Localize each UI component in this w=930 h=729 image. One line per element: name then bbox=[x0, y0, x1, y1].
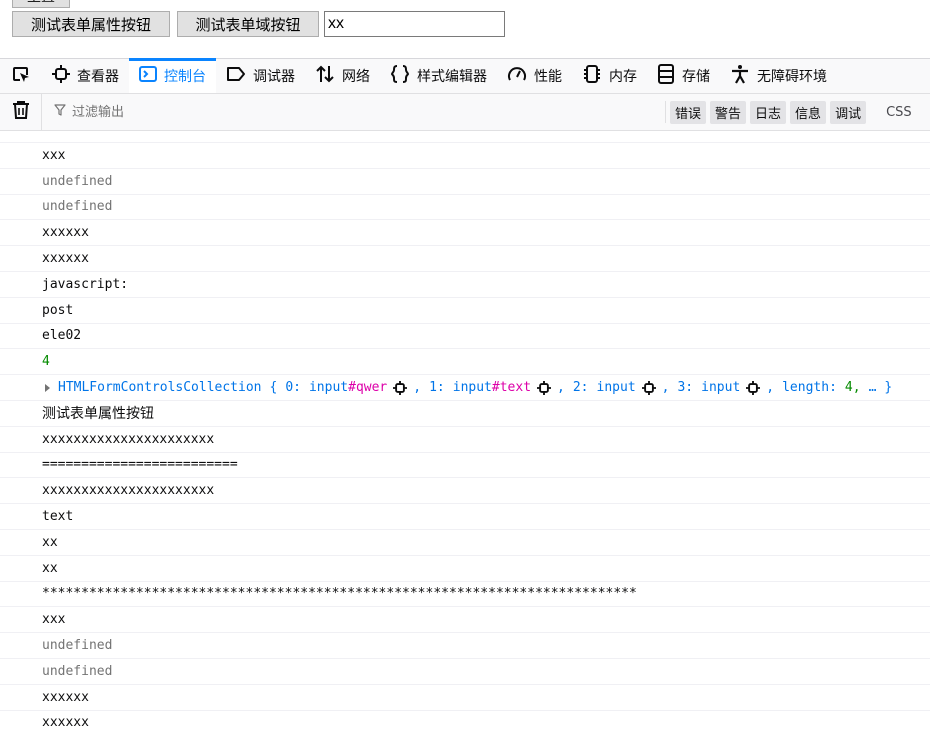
debugger-icon bbox=[226, 66, 246, 86]
filter-output-input[interactable] bbox=[70, 103, 634, 121]
console-message: 4 bbox=[0, 349, 930, 376]
storage-icon bbox=[657, 64, 675, 88]
tab-performance[interactable]: 性能 bbox=[497, 59, 572, 93]
console-message: text bbox=[0, 504, 930, 530]
console-message: xxx bbox=[0, 143, 930, 169]
item-separator: , bbox=[766, 380, 775, 396]
tab-label: 性能 bbox=[534, 69, 562, 85]
level-errors-button[interactable]: 错误 bbox=[670, 100, 707, 124]
open-in-inspector-icon[interactable] bbox=[393, 380, 408, 395]
network-icon bbox=[315, 64, 335, 88]
console-message: javascript: bbox=[0, 272, 930, 298]
console-message: xxxxxx bbox=[0, 685, 930, 711]
console-top-spacer bbox=[0, 131, 930, 143]
close-brace: } bbox=[884, 380, 893, 396]
style-editor-icon bbox=[390, 64, 410, 88]
tab-label: 调试器 bbox=[253, 69, 295, 85]
tab-accessibility[interactable]: 无障碍环境 bbox=[720, 59, 837, 93]
filter-icon bbox=[54, 103, 66, 121]
web-page-area: 重置 测试表单属性按钮 测试表单域按钮 bbox=[0, 0, 930, 58]
console-message: ****************************************… bbox=[0, 582, 930, 608]
tab-memory[interactable]: 内存 bbox=[572, 59, 647, 93]
tab-storage[interactable]: 存储 bbox=[647, 59, 720, 93]
tab-console[interactable]: 控制台 bbox=[129, 58, 216, 93]
inspector-icon bbox=[52, 65, 70, 87]
console-message: xx bbox=[0, 530, 930, 556]
console-message: xxxxxx bbox=[0, 246, 930, 272]
css-filter-button[interactable]: CSS bbox=[886, 105, 912, 120]
devtools-toolbar: 查看器 控制台 调试器 网络 样式编辑器 性能 内存 存储 无障碍环境 bbox=[0, 58, 930, 94]
console-message: undefined bbox=[0, 169, 930, 195]
open-in-inspector-icon[interactable] bbox=[537, 380, 552, 395]
level-info-button[interactable]: 信息 bbox=[790, 100, 827, 124]
tab-network[interactable]: 网络 bbox=[305, 59, 380, 93]
console-message: post bbox=[0, 298, 930, 324]
tab-debugger[interactable]: 调试器 bbox=[216, 59, 305, 93]
console-object-message: HTMLFormControlsCollection { 0: input #qw… bbox=[0, 375, 930, 401]
object-class-name[interactable]: HTMLFormControlsCollection bbox=[58, 380, 262, 395]
node-tag[interactable]: input bbox=[453, 380, 492, 395]
console-message: ========================= bbox=[0, 453, 930, 479]
tab-label: 样式编辑器 bbox=[417, 69, 487, 85]
filter-output-field[interactable] bbox=[42, 103, 654, 121]
item-separator: , bbox=[661, 380, 670, 396]
tab-label: 内存 bbox=[609, 69, 637, 85]
memory-icon bbox=[582, 64, 602, 88]
node-tag[interactable]: input bbox=[597, 380, 636, 395]
expand-arrow-icon[interactable] bbox=[45, 383, 50, 392]
node-tag[interactable]: input bbox=[309, 380, 348, 395]
console-message: xxxxxxxxxxxxxxxxxxxxxx bbox=[0, 427, 930, 453]
open-brace: { bbox=[269, 380, 278, 396]
open-in-inspector-icon[interactable] bbox=[641, 380, 656, 395]
tab-label: 存储 bbox=[682, 69, 710, 85]
item-key: 2: bbox=[572, 380, 589, 396]
node-id[interactable]: #qwer bbox=[348, 380, 387, 395]
tab-label: 控制台 bbox=[164, 69, 206, 85]
open-in-inspector-icon[interactable] bbox=[746, 380, 761, 395]
clear-console-button[interactable] bbox=[0, 94, 42, 130]
accessibility-icon bbox=[730, 64, 750, 88]
tab-label: 网络 bbox=[342, 69, 370, 85]
item-separator: , bbox=[557, 380, 565, 396]
console-message: undefined bbox=[0, 195, 930, 221]
console-message: undefined bbox=[0, 659, 930, 685]
level-logs-button[interactable]: 日志 bbox=[750, 100, 787, 124]
console-message: xxxxxx bbox=[0, 220, 930, 247]
divider bbox=[665, 101, 666, 123]
level-debug-button[interactable]: 调试 bbox=[830, 100, 867, 124]
trash-icon bbox=[12, 100, 30, 125]
tab-style-editor[interactable]: 样式编辑器 bbox=[380, 59, 497, 93]
level-warnings-button[interactable]: 警告 bbox=[710, 100, 747, 124]
tab-label: 查看器 bbox=[77, 69, 119, 85]
node-id[interactable]: #text bbox=[492, 380, 531, 395]
object-preview: HTMLFormControlsCollection { 0: input #qw… bbox=[58, 380, 892, 395]
console-message: xxxxxxxxxxxxxxxxxxxxxx bbox=[0, 478, 930, 505]
text-input[interactable] bbox=[324, 11, 505, 37]
length-value: 4, bbox=[844, 380, 861, 396]
console-icon bbox=[139, 65, 157, 87]
node-tag[interactable]: input bbox=[701, 380, 740, 395]
performance-icon bbox=[507, 64, 527, 88]
element-picker-button[interactable] bbox=[0, 59, 42, 93]
tab-inspector[interactable]: 查看器 bbox=[42, 59, 129, 93]
item-key: 3: bbox=[677, 380, 694, 396]
item-separator: , bbox=[413, 380, 422, 396]
console-message: undefined bbox=[0, 633, 930, 659]
item-key: 1: bbox=[429, 380, 445, 396]
length-key: length: bbox=[782, 380, 837, 396]
ellipsis: … bbox=[868, 380, 877, 396]
console-message: 测试表单属性按钮 bbox=[0, 401, 930, 427]
test-form-field-button[interactable]: 测试表单域按钮 bbox=[177, 11, 319, 37]
console-message: ele02 bbox=[0, 324, 930, 350]
console-message: xxx bbox=[0, 607, 930, 634]
console-filter-bar: 错误 警告 日志 信息 调试 CSS bbox=[0, 94, 930, 131]
reset-button[interactable]: 重置 bbox=[12, 0, 70, 8]
element-picker-icon bbox=[11, 64, 31, 89]
console-message: xx bbox=[0, 556, 930, 582]
console-output: xxx undefined undefined xxxxxx xxxxxx ja… bbox=[0, 131, 930, 729]
console-message: xxxxxx bbox=[0, 711, 930, 729]
test-form-attribute-button[interactable]: 测试表单属性按钮 bbox=[12, 11, 170, 37]
tab-label: 无障碍环境 bbox=[757, 69, 827, 85]
item-key: 0: bbox=[285, 380, 301, 396]
